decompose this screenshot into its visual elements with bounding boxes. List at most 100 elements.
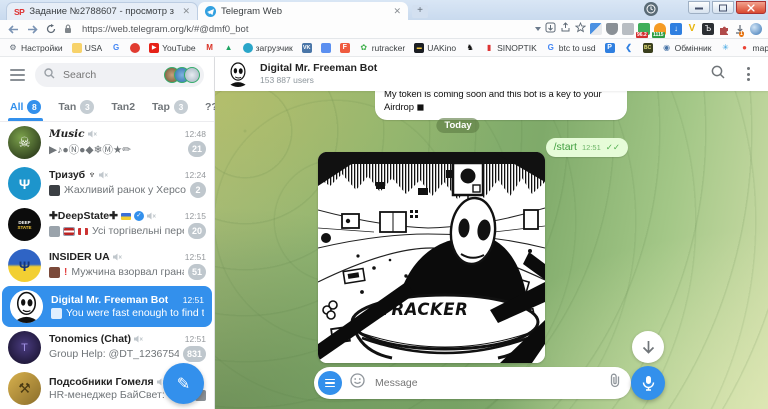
install-icon[interactable]: [545, 20, 556, 38]
folder-tab-1[interactable]: Tan 3: [58, 93, 95, 121]
bookmark-vk[interactable]: VK: [301, 42, 312, 53]
chat-list-item-tonomics[interactable]: T Tonomics (Chat) 12:51 Group Help: @DT_…: [0, 327, 214, 368]
browser-tab-2-active[interactable]: Telegram Web ✕: [198, 2, 408, 20]
message-input[interactable]: [373, 376, 601, 390]
read-checkmarks-icon: ✓✓: [605, 142, 620, 152]
refresh-icon[interactable]: [46, 24, 56, 34]
sp-favicon: SP: [14, 6, 25, 17]
bookmark-google[interactable]: G: [111, 43, 121, 53]
rating-extension-icon[interactable]: 96.2: [636, 23, 650, 38]
maximize-button[interactable]: [712, 1, 734, 14]
bc-icon: BC: [642, 42, 653, 53]
bookmark-rutracker[interactable]: ✿ rutracker: [359, 43, 405, 53]
puzzle-extensions-icon[interactable]: [718, 23, 730, 35]
bookmark-p[interactable]: P: [604, 42, 615, 53]
bookmark-uakino[interactable]: ▬ UAKino: [414, 42, 456, 53]
shield-extension-icon[interactable]: [606, 23, 618, 35]
forward-icon[interactable]: [27, 24, 38, 34]
chat-list-item-music[interactable]: ☠ Music 12:48 ▶♪●Ⓝ●◆❄Ⓜ★✏ 21: [0, 122, 214, 163]
bookmark-folder-usa[interactable]: USA: [71, 42, 102, 53]
bookmark-btc[interactable]: G btc to usd: [546, 43, 596, 53]
browser-tab-1[interactable]: SP Задание №2788607 - просмотр з ✕: [6, 2, 198, 20]
clipboard-extension-icon[interactable]: [622, 23, 634, 35]
chat-header[interactable]: Digital Mr. Freeman Bot 153 887 users: [215, 57, 768, 91]
start-command-link[interactable]: /start: [554, 141, 577, 153]
youtube-icon: ▶: [149, 42, 160, 53]
bookmark-chess[interactable]: ♞: [465, 43, 475, 53]
kebab-menu-icon[interactable]: [747, 67, 750, 81]
clock-icon[interactable]: [644, 2, 658, 16]
bookmark-settings[interactable]: ⚙ Настройки: [8, 43, 62, 53]
close-tab-icon[interactable]: ✕: [393, 6, 401, 17]
stories-avatars[interactable]: [164, 67, 200, 83]
date-separator: Today: [436, 118, 480, 133]
story-avatar[interactable]: [184, 67, 200, 83]
lock-extension-icon[interactable]: 1115: [652, 23, 666, 38]
folder-icon: [71, 42, 82, 53]
attach-paperclip-icon[interactable]: [609, 373, 621, 393]
chat-list-item-tryzub[interactable]: Ψ Тризуб ♆ 12:24 Жахливий ранок у Херсо.…: [0, 163, 214, 204]
bookmark-youtube[interactable]: ▶ YouTube: [149, 42, 196, 53]
folder-tab-2[interactable]: Tan2: [111, 93, 135, 121]
bookmark-f[interactable]: F: [339, 42, 350, 53]
chat-wallpaper: My token is coming soon and this bot is …: [215, 91, 768, 409]
profile-avatar[interactable]: [750, 23, 762, 35]
voice-message-button[interactable]: [631, 366, 665, 400]
emoji-icon[interactable]: [350, 373, 365, 393]
bot-commands-menu-button[interactable]: [318, 371, 342, 395]
chat-list-item-freeman-bot-selected[interactable]: Digital Mr. Freeman Bot 12:51 You were f…: [2, 286, 212, 327]
gmail-icon: M: [206, 42, 213, 52]
url-text[interactable]: https://web.telegram.org/k/#@dmf0_bot: [82, 24, 535, 35]
bookmark-drive[interactable]: ▲: [224, 43, 234, 53]
telegram-favicon: [205, 5, 216, 17]
bookmarks-bar: ⚙ Настройки USA G ▶ YouTube M ▲ загрузчи…: [0, 39, 768, 57]
bookmark-obminnyk[interactable]: ◉ Обмінник: [662, 43, 711, 53]
mute-icon: [98, 171, 108, 179]
share-icon[interactable]: [560, 20, 571, 38]
close-button[interactable]: [736, 1, 766, 14]
bookmark-kyivstar[interactable]: ✳: [721, 43, 731, 53]
bookmark-yandex[interactable]: [130, 42, 141, 53]
chat-panel: Digital Mr. Freeman Bot 153 887 users My…: [215, 57, 768, 409]
bookmark-star-icon[interactable]: [574, 20, 587, 38]
bookmark-angle[interactable]: ❮: [624, 43, 634, 53]
mute-icon: [87, 130, 97, 138]
new-tab-button[interactable]: +: [412, 5, 428, 18]
chat-list-item-deepstate[interactable]: DEEP STATE ✚DeepState✚ ✓ 12:15 Усі торгів…: [0, 204, 214, 245]
bookmark-downloader[interactable]: загрузчик: [242, 42, 293, 53]
close-tab-icon[interactable]: ✕: [182, 6, 190, 17]
preview-thumbnail: [49, 184, 60, 196]
scroll-to-bottom-button[interactable]: [632, 331, 664, 363]
search-bar[interactable]: [35, 63, 204, 87]
bookmark-docs[interactable]: [320, 42, 331, 53]
bookmark-sinoptik[interactable]: ▮ SINOPTIK: [484, 43, 537, 53]
yandex-icon: [130, 42, 141, 53]
v-extension-icon[interactable]: V: [686, 23, 698, 35]
chat-list-item-insider-ua[interactable]: Ψ INSIDER UA 12:51 ! Мужчина взорвал гра…: [0, 245, 214, 286]
search-input[interactable]: [61, 68, 131, 82]
photo-message[interactable]: TRACKER: [318, 152, 545, 363]
translate-extension-icon[interactable]: [590, 23, 602, 35]
usa-flag-icon: [63, 226, 75, 236]
video-downloader-extension-icon[interactable]: ↓: [670, 23, 682, 35]
folder-tab-all[interactable]: All 8: [7, 93, 44, 121]
avatar: [10, 290, 43, 323]
lock-icon[interactable]: [64, 24, 72, 34]
avatar: DEEP STATE: [8, 208, 41, 241]
folder-tab-3[interactable]: Tap 3: [152, 93, 188, 121]
chat-avatar[interactable]: [225, 61, 251, 87]
search-icon[interactable]: [711, 65, 725, 84]
downloads-icon[interactable]: 1: [734, 23, 746, 37]
mute-icon: [146, 212, 156, 220]
new-message-button[interactable]: ✎: [163, 363, 204, 404]
bookmark-gmail[interactable]: M: [205, 43, 215, 53]
menu-hamburger-icon[interactable]: [10, 69, 25, 81]
minimize-button[interactable]: [688, 1, 710, 14]
back-icon[interactable]: [8, 24, 19, 34]
verified-icon: ✓: [133, 211, 144, 221]
chevron-down-icon[interactable]: [535, 27, 541, 34]
message-input-bar[interactable]: [314, 367, 631, 399]
bookmark-maps[interactable]: ● maps: [740, 43, 768, 53]
bookmark-bc[interactable]: BC: [642, 42, 653, 53]
b-extension-icon[interactable]: Ъ: [702, 23, 714, 35]
